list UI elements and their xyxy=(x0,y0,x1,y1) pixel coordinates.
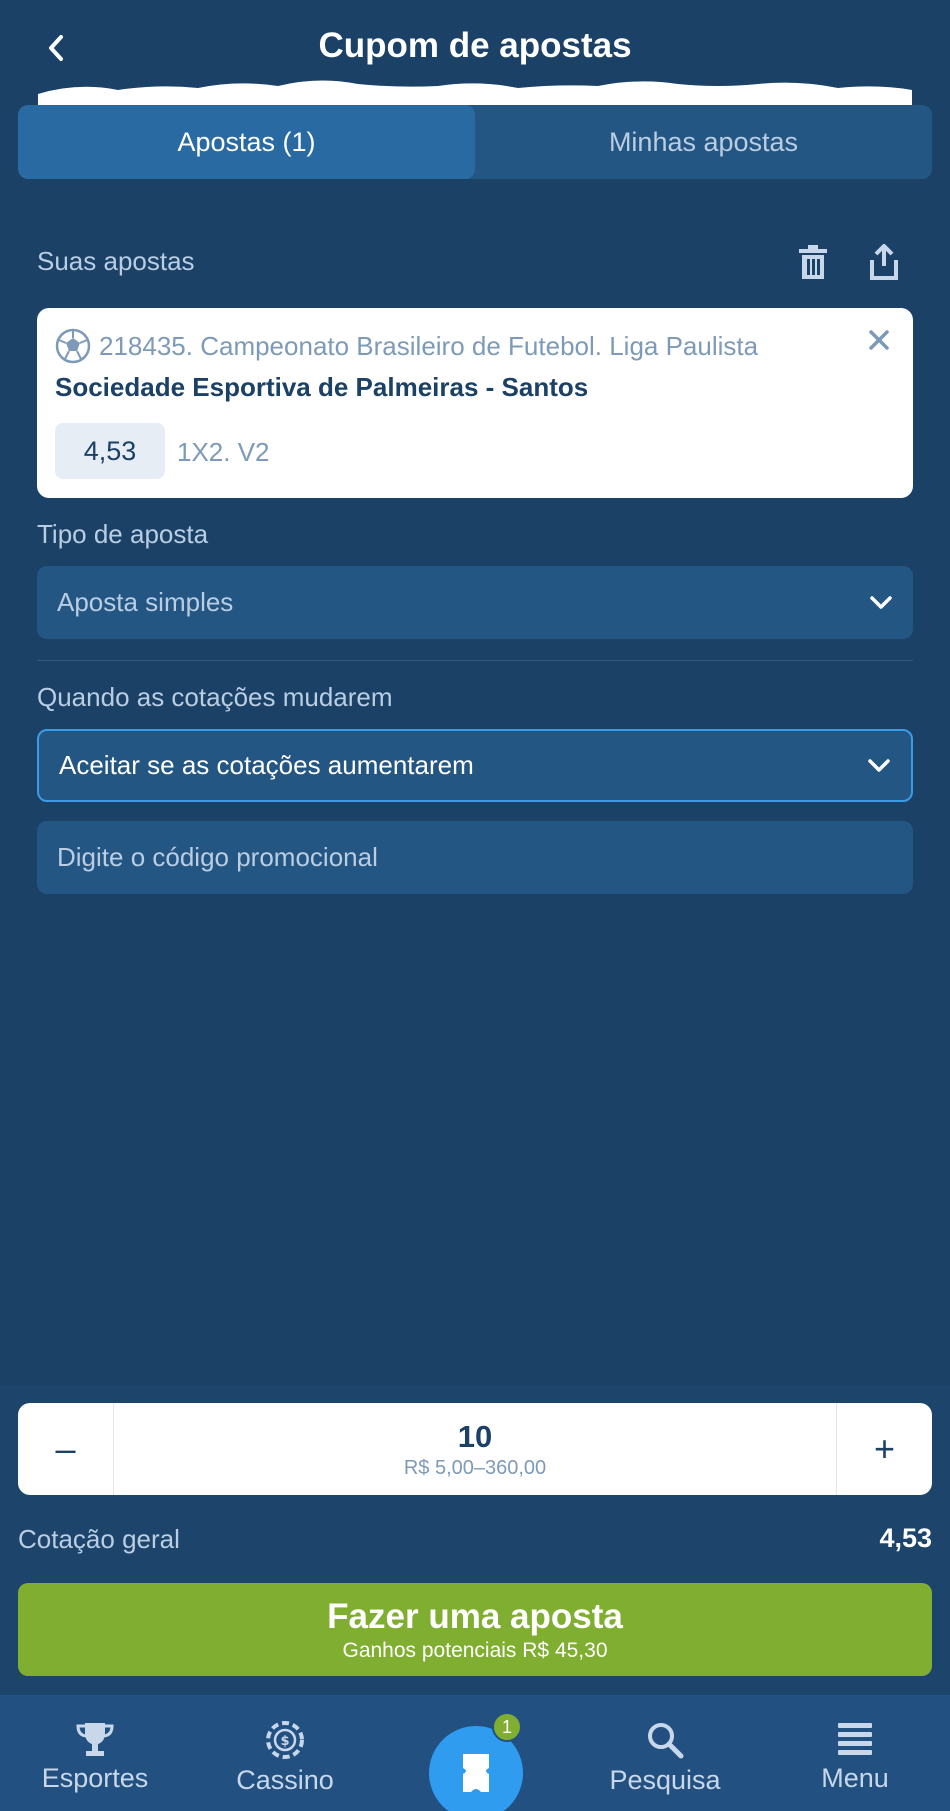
bet-odds: 4,53 xyxy=(55,423,165,479)
nav-item-search[interactable]: Pesquisa xyxy=(570,1695,760,1811)
promo-code-input[interactable]: Digite o código promocional xyxy=(37,821,913,894)
odds-change-value: Aceitar se as cotações aumentarem xyxy=(59,750,474,780)
divider xyxy=(37,660,913,661)
stake-decrease-button[interactable]: – xyxy=(18,1403,114,1495)
bet-type-value: Aposta simples xyxy=(57,587,234,617)
chevron-down-icon xyxy=(870,595,892,609)
nav-item-sports[interactable]: Esportes xyxy=(0,1695,190,1811)
tab-bets[interactable]: Apostas (1) xyxy=(18,105,475,179)
stake-stepper: – 10 R$ 5,00–360,00 + xyxy=(18,1403,932,1495)
potential-winnings: Ganhos potenciais R$ 45,30 xyxy=(342,1638,608,1662)
close-icon xyxy=(869,330,889,350)
nav-label-search: Pesquisa xyxy=(609,1765,721,1795)
place-bet-title: Fazer uma aposta xyxy=(327,1596,623,1636)
trash-icon xyxy=(799,245,827,279)
total-odds-label: Cotação geral xyxy=(18,1524,180,1554)
stake-range: R$ 5,00–360,00 xyxy=(403,1456,547,1479)
bet-league-row: 218435. Campeonato Brasileiro de Futebol… xyxy=(55,328,758,364)
coupon-count-badge: 1 xyxy=(492,1712,522,1742)
menu-icon xyxy=(838,1723,872,1755)
chevron-down-icon xyxy=(868,758,890,772)
odds-change-select[interactable]: Aceitar se as cotações aumentarem xyxy=(37,729,913,802)
stake-value: 10 xyxy=(457,1418,493,1454)
nav-label-casino: Cassino xyxy=(236,1765,334,1795)
your-bets-label: Suas apostas xyxy=(37,246,195,276)
bet-type-label: Tipo de aposta xyxy=(37,519,209,549)
nav-label-sports: Esportes xyxy=(41,1763,149,1793)
delete-all-button[interactable] xyxy=(790,238,836,286)
ticket-icon xyxy=(463,1754,489,1792)
bet-market: 1X2. V2 xyxy=(177,437,270,467)
bet-type-select[interactable]: Aposta simples xyxy=(37,566,913,639)
total-odds-value: 4,53 xyxy=(879,1523,932,1553)
search-icon xyxy=(648,1723,684,1759)
page-title: Cupom de apostas xyxy=(318,26,632,65)
soccer-ball-icon xyxy=(55,328,91,364)
nav-label-menu: Menu xyxy=(821,1763,889,1793)
coupon-tabs: Apostas (1) Minhas apostas xyxy=(18,105,932,179)
stake-input[interactable]: 10 R$ 5,00–360,00 xyxy=(114,1403,836,1495)
share-icon xyxy=(870,244,898,280)
bet-card: 218435. Campeonato Brasileiro de Futebol… xyxy=(37,308,913,498)
snow-decoration xyxy=(38,80,912,108)
odds-change-label: Quando as cotações mudarem xyxy=(37,682,393,712)
promo-code-placeholder: Digite o código promocional xyxy=(57,842,378,872)
share-button[interactable] xyxy=(861,238,907,286)
remove-bet-button[interactable] xyxy=(859,320,899,360)
svg-text:$: $ xyxy=(280,1734,289,1749)
casino-chip-icon: $ xyxy=(266,1721,304,1759)
trophy-icon xyxy=(76,1723,114,1756)
place-bet-button[interactable]: Fazer uma aposta Ganhos potenciais R$ 45… xyxy=(18,1583,932,1676)
bet-teams: Sociedade Esportiva de Palmeiras - Santo… xyxy=(55,372,589,402)
nav-item-menu[interactable]: Menu xyxy=(760,1695,950,1811)
stake-increase-button[interactable]: + xyxy=(836,1403,932,1495)
nav-item-casino[interactable]: $ Cassino xyxy=(190,1695,380,1811)
bet-league: 218435. Campeonato Brasileiro de Futebol… xyxy=(99,330,759,361)
tab-my-bets[interactable]: Minhas apostas xyxy=(475,105,932,179)
